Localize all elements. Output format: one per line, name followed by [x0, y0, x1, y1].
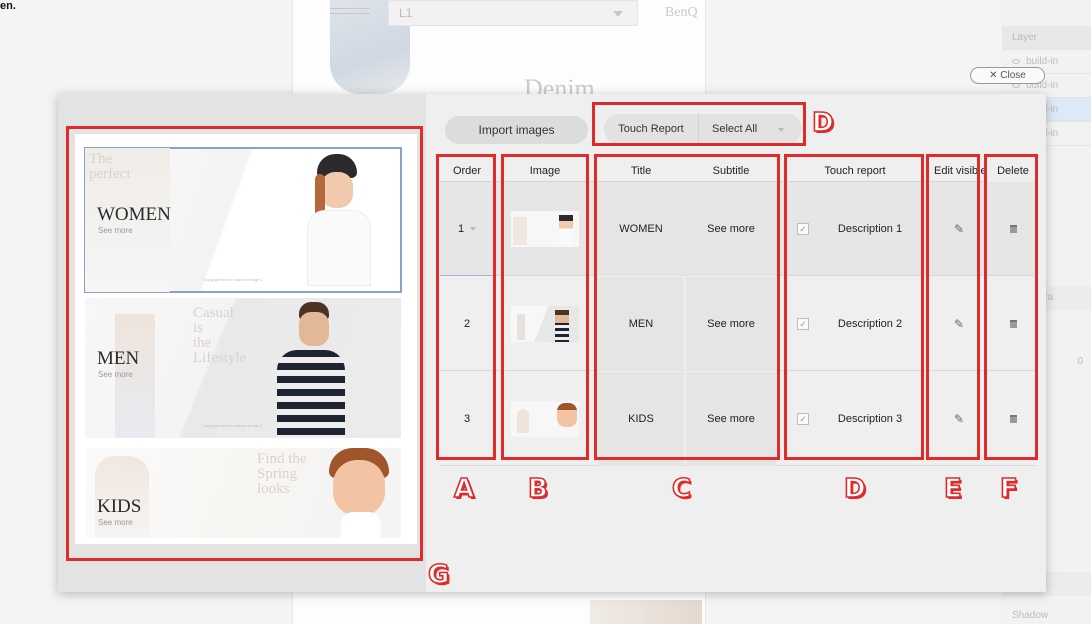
layer-header: Layer: [1002, 26, 1091, 50]
annotation-box-b: [501, 154, 589, 460]
annotation-label-g: G: [427, 559, 450, 591]
background-bottom-image: [590, 600, 702, 624]
background-dropdown-value: L1: [399, 6, 413, 20]
annotation-label-c: C: [671, 473, 692, 505]
annotation-label-d-top: D: [811, 107, 834, 139]
brand-logo: BenQ: [665, 5, 698, 20]
background-dropdown: L1: [388, 0, 638, 26]
shadow-label: Shadow: [1012, 610, 1049, 621]
close-button[interactable]: ✕ Close: [970, 67, 1045, 84]
chevron-down-icon: [613, 11, 623, 17]
import-images-button[interactable]: Import images: [445, 116, 588, 144]
annotation-box-a: [436, 154, 496, 460]
eye-icon: [1012, 59, 1020, 64]
corner-mark: en.: [0, 0, 16, 12]
annotation-box-e: [926, 154, 980, 460]
annotation-box-d: [784, 154, 924, 460]
annotation-box-f: [984, 154, 1038, 460]
annotation-label-a: A: [453, 473, 475, 505]
annotation-box-c: [594, 154, 780, 460]
close-icon: ✕: [989, 70, 998, 81]
annotation-box-g: [66, 126, 423, 561]
annotation-label-b: B: [527, 473, 548, 505]
menu-icon: [330, 8, 370, 14]
background-toolbar: L1 BenQ: [330, 0, 700, 26]
annotation-label-e: E: [943, 473, 962, 505]
annotation-label-d: D: [843, 473, 866, 505]
annotation-box-d-top: [592, 102, 806, 146]
annotation-label-f: F: [999, 473, 1018, 505]
